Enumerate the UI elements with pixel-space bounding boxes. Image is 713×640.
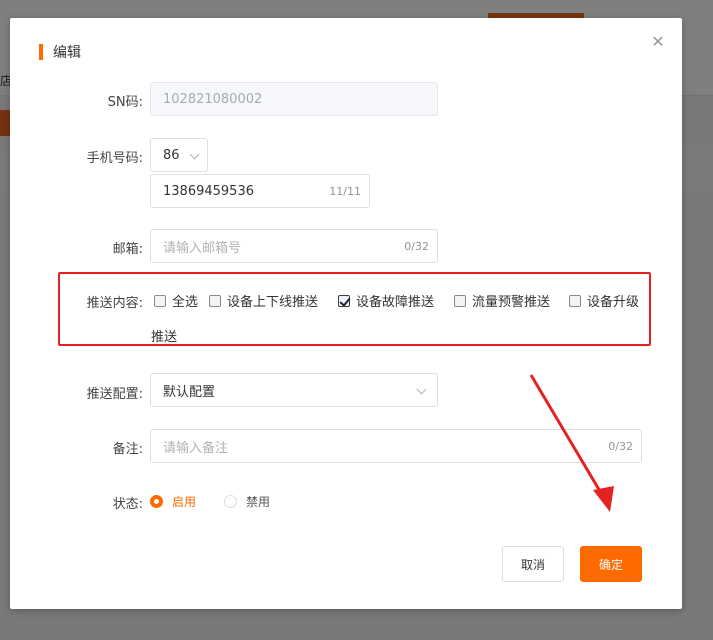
arrow-shaft [529, 374, 606, 499]
annotation-arrow [529, 374, 614, 512]
arrow-head [593, 486, 614, 512]
